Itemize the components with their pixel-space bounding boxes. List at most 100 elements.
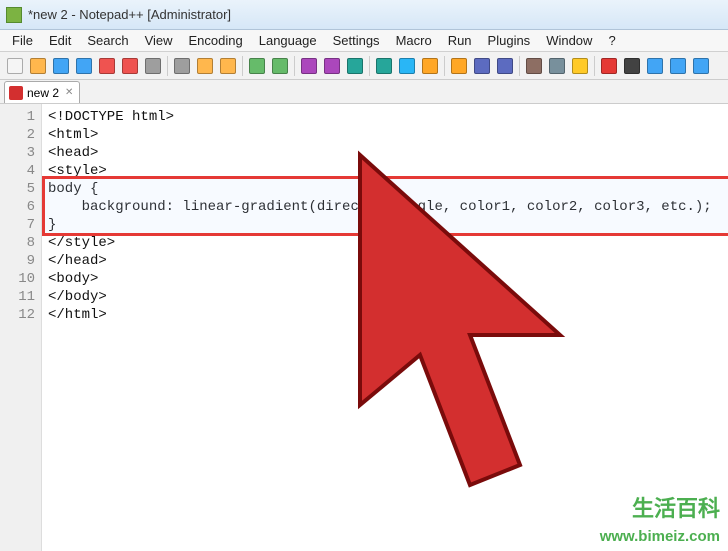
code-line[interactable]: </html> [48,306,722,324]
paste-button[interactable] [217,55,239,77]
menu-edit[interactable]: Edit [41,31,79,50]
zoom-in-button[interactable] [344,55,366,77]
toolbar-separator [444,56,445,76]
bookmark-icon [572,58,588,74]
line-number: 9 [0,252,35,270]
close-icon [99,58,115,74]
menu-search[interactable]: Search [79,31,136,50]
code-line[interactable]: <body> [48,270,722,288]
line-number: 10 [0,270,35,288]
redo-button[interactable] [269,55,291,77]
code-area[interactable]: <!DOCTYPE html><html><head><style>body {… [42,104,728,551]
save-all-button[interactable] [73,55,95,77]
sync-button[interactable] [396,55,418,77]
undo-icon [249,58,265,74]
line-number: 7 [0,216,35,234]
code-line[interactable]: </style> [48,234,722,252]
replace-button[interactable] [321,55,343,77]
file-icon [9,86,23,100]
redo-icon [272,58,288,74]
toolbar-separator [294,56,295,76]
all-chars-icon [451,58,467,74]
unfold-button[interactable] [523,55,545,77]
undo-button[interactable] [246,55,268,77]
line-number: 5 [0,180,35,198]
menu-view[interactable]: View [137,31,181,50]
line-number: 12 [0,306,35,324]
close-button[interactable] [96,55,118,77]
bookmark-button[interactable] [569,55,591,77]
stop-button[interactable] [621,55,643,77]
zoom-in-icon [347,58,363,74]
unfold-icon [526,58,542,74]
code-line[interactable]: <!DOCTYPE html> [48,108,722,126]
menu-file[interactable]: File [4,31,41,50]
open-button[interactable] [27,55,49,77]
menu-help[interactable]: ? [600,31,623,50]
editor[interactable]: 123456789101112 <!DOCTYPE html><html><he… [0,104,728,551]
play-multi-button[interactable] [667,55,689,77]
cut-icon [174,58,190,74]
record-icon [601,58,617,74]
replace-icon [324,58,340,74]
menu-encoding[interactable]: Encoding [181,31,251,50]
new-button[interactable] [4,55,26,77]
wrap-button[interactable] [419,55,441,77]
fold-button[interactable] [494,55,516,77]
code-line[interactable]: <head> [48,144,722,162]
ff-button[interactable] [690,55,712,77]
find-icon [301,58,317,74]
tab-new2[interactable]: new 2 ✕ [4,81,80,103]
menu-window[interactable]: Window [538,31,600,50]
copy-icon [197,58,213,74]
code-line[interactable]: <html> [48,126,722,144]
zoom-out-button[interactable] [373,55,395,77]
save-all-icon [76,58,92,74]
cut-button[interactable] [171,55,193,77]
menu-settings[interactable]: Settings [325,31,388,50]
toolbar-separator [519,56,520,76]
save-icon [53,58,69,74]
line-number: 2 [0,126,35,144]
window-title: *new 2 - Notepad++ [Administrator] [28,7,231,22]
wrap-icon [422,58,438,74]
print-button[interactable] [142,55,164,77]
toolbar [0,52,728,80]
open-icon [30,58,46,74]
line-number: 3 [0,144,35,162]
indent-button[interactable] [471,55,493,77]
copy-button[interactable] [194,55,216,77]
watermark-cn: 生活百科 [632,491,720,523]
all-chars-button[interactable] [448,55,470,77]
code-line[interactable]: background: linear-gradient(direction/an… [48,198,722,216]
code-line[interactable]: } [48,216,722,234]
menu-language[interactable]: Language [251,31,325,50]
close-icon[interactable]: ✕ [65,87,73,98]
code-line[interactable]: </head> [48,252,722,270]
titlebar: *new 2 - Notepad++ [Administrator] [0,0,728,30]
tabbar: new 2 ✕ [0,80,728,104]
new-icon [7,58,23,74]
play-button[interactable] [644,55,666,77]
save-button[interactable] [50,55,72,77]
line-number: 4 [0,162,35,180]
code-line[interactable]: body { [48,180,722,198]
code-line[interactable]: <style> [48,162,722,180]
line-gutter: 123456789101112 [0,104,42,551]
play-icon [647,58,663,74]
tab-label: new 2 [27,86,59,100]
hide-button[interactable] [546,55,568,77]
menu-run[interactable]: Run [440,31,480,50]
line-number: 11 [0,288,35,306]
paste-icon [220,58,236,74]
close-all-button[interactable] [119,55,141,77]
toolbar-separator [242,56,243,76]
record-button[interactable] [598,55,620,77]
menu-macro[interactable]: Macro [388,31,440,50]
menu-plugins[interactable]: Plugins [480,31,539,50]
code-line[interactable]: </body> [48,288,722,306]
find-button[interactable] [298,55,320,77]
sync-icon [399,58,415,74]
fold-icon [497,58,513,74]
line-number: 1 [0,108,35,126]
